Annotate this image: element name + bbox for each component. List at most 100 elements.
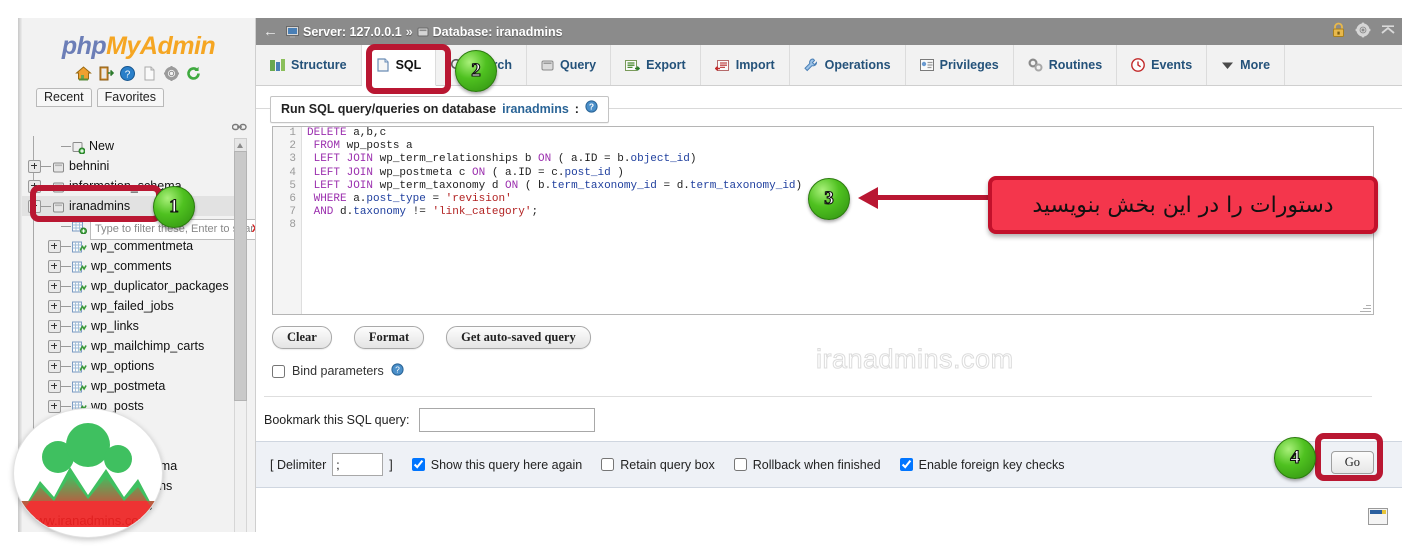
sql-token: ) (610, 166, 624, 179)
enable-foreign-key-checks-group: Enable foreign key checks (899, 458, 1065, 472)
home-icon[interactable] (75, 65, 92, 82)
sql-token: wp_term_taxonomy d (373, 179, 506, 192)
collapse-icon[interactable] (1380, 22, 1396, 41)
tree-item-new[interactable]: New (22, 136, 240, 156)
sidebar-icon-bar: ? (22, 65, 255, 82)
clear-button[interactable]: Clear (272, 326, 332, 349)
tree-expand-toggle[interactable] (48, 319, 61, 333)
show-query-again-group: Show this query here again (411, 458, 582, 472)
format-button[interactable]: Format (353, 326, 425, 349)
settings-icon[interactable] (163, 65, 180, 82)
bookmark-input[interactable] (419, 408, 596, 432)
sidebar-scroll-up-button[interactable] (234, 138, 247, 152)
editor-resize-handle[interactable] (1360, 301, 1372, 313)
tree-guide-line (33, 236, 34, 256)
tree-connector (61, 385, 71, 387)
logo-admin: Admin (139, 32, 216, 60)
tab-recent[interactable]: Recent (36, 88, 92, 107)
console-icon[interactable] (1368, 508, 1388, 525)
tree-expand-toggle[interactable] (48, 279, 61, 293)
tree-item-wp-mailchimp-carts[interactable]: wp_mailchimp_carts (22, 336, 240, 356)
tab-more[interactable]: More (1207, 45, 1286, 85)
tab-events[interactable]: Events (1117, 45, 1208, 85)
tree-expand-toggle[interactable] (48, 239, 61, 253)
help-icon[interactable]: ? (585, 97, 598, 122)
database-label[interactable]: Database: iranadmins (433, 25, 563, 39)
sql-token: ON (538, 153, 552, 166)
rollback-when-finished-checkbox[interactable] (733, 458, 747, 471)
delimiter-close-bracket: ] (389, 457, 393, 472)
tab-privileges[interactable]: Privileges (906, 45, 1014, 85)
sidebar-scrollbar-thumb[interactable] (234, 151, 247, 401)
tree-item-wp-links[interactable]: wp_links (22, 316, 240, 336)
sql-token: wp_term_relationships b (373, 153, 539, 166)
tree-expand-toggle[interactable] (48, 339, 61, 353)
tree-expand-toggle[interactable] (48, 379, 61, 393)
svg-text:?: ? (395, 365, 400, 375)
sql-docs-icon[interactable] (141, 65, 158, 82)
unlink-icon[interactable] (231, 121, 247, 135)
tree-item-wp-options[interactable]: wp_options (22, 356, 240, 376)
reload-icon[interactable] (185, 65, 202, 82)
highlight-box-database (30, 185, 162, 222)
server-icon (286, 25, 299, 38)
gear-icon[interactable] (1355, 22, 1371, 41)
server-label[interactable]: Server: 127.0.0.1 (303, 25, 402, 39)
tree-guide-line (33, 136, 34, 156)
sql-token: ( a.ID = b. (551, 153, 631, 166)
tab-label: More (1240, 58, 1271, 72)
tree-expand-toggle[interactable] (28, 159, 41, 173)
new-database-icon (72, 140, 86, 154)
tree-item-label: wp_postmeta (91, 379, 166, 393)
tree-item-label: wp_failed_jobs (91, 299, 174, 313)
tab-import[interactable]: Import (701, 45, 790, 85)
help-icon[interactable]: ? (391, 363, 404, 379)
export-icon (625, 59, 641, 72)
tree-expand-toggle[interactable] (48, 299, 61, 313)
get-auto-saved-query-button[interactable]: Get auto-saved query (446, 326, 591, 349)
tree-item-wp-posts[interactable]: wp_posts (22, 396, 240, 416)
editor-line-gutter: 12345678 (273, 127, 302, 314)
back-arrow-icon[interactable]: ← (263, 24, 278, 39)
sql-token: post_type (366, 193, 426, 206)
tree-guide-line (33, 316, 34, 336)
sql-token: FROM (307, 140, 341, 153)
show-query-again-checkbox[interactable] (411, 458, 425, 471)
svg-text:www.iranadmins.com: www.iranadmins.com (26, 513, 150, 528)
tab-routines[interactable]: Routines (1014, 45, 1118, 85)
tab-operations[interactable]: Operations (790, 45, 906, 85)
help-docs-icon[interactable]: ? (119, 65, 136, 82)
callout-arrow-line (878, 195, 988, 200)
lock-icon[interactable] (1331, 22, 1346, 41)
phpmyadmin-logo[interactable]: phpMyAdmin (22, 18, 255, 61)
enable-foreign-key-checks-checkbox[interactable] (899, 458, 913, 471)
tab-label: Routines (1048, 58, 1103, 72)
tree-item-wp-failed-jobs[interactable]: wp_failed_jobs (22, 296, 240, 316)
tree-item-label: wp_mailchimp_carts (91, 339, 205, 353)
step-marker-1: 1 (153, 186, 195, 228)
bind-parameters-label: Bind parameters (292, 364, 384, 378)
callout-arrow-head (858, 187, 878, 209)
tab-structure[interactable]: Structure (256, 45, 362, 85)
logout-icon[interactable] (97, 65, 114, 82)
tree-expand-toggle[interactable] (48, 359, 61, 373)
routines-icon (1028, 58, 1043, 72)
tree-item-wp-duplicator-packages[interactable]: wp_duplicator_packages (22, 276, 240, 296)
retain-query-box-checkbox[interactable] (601, 458, 615, 471)
tab-label: Import (735, 58, 775, 72)
tree-expand-toggle[interactable] (48, 399, 61, 413)
tree-item-behnini[interactable]: behnini (22, 156, 240, 176)
topbar-icons (1331, 22, 1396, 41)
tree-connector (61, 225, 71, 227)
events-icon (1131, 58, 1146, 72)
sql-token: a,b,c (346, 127, 387, 139)
tree-item-wp-postmeta[interactable]: wp_postmeta (22, 376, 240, 396)
delimiter-input[interactable] (332, 453, 384, 476)
bind-parameters-checkbox[interactable] (272, 364, 285, 378)
tab-query[interactable]: Query (527, 45, 612, 85)
tree-connector (61, 325, 71, 327)
tab-export[interactable]: Export (611, 45, 701, 85)
tab-favorites[interactable]: Favorites (96, 88, 165, 107)
tree-expand-toggle[interactable] (48, 259, 61, 273)
tree-item-wp-comments[interactable]: wp_comments (22, 256, 240, 276)
